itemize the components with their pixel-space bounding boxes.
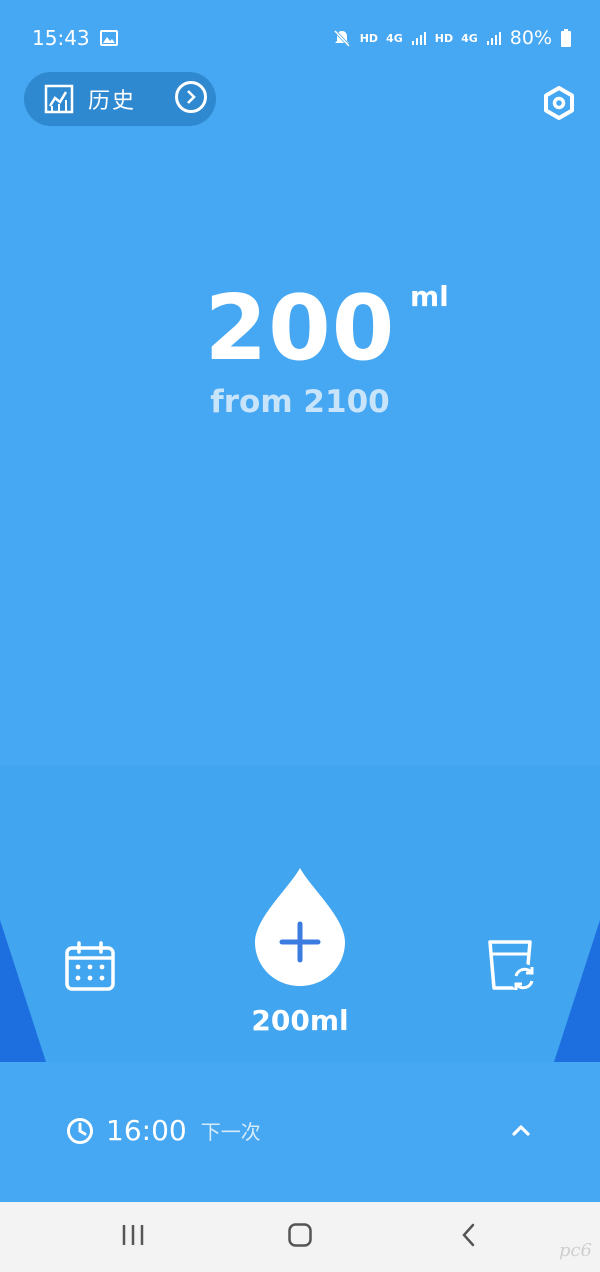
image-icon [99, 30, 118, 46]
mute-icon [333, 29, 350, 48]
hd-indicator-2: HD [434, 31, 454, 45]
intake-amount: 200 [204, 276, 396, 381]
back-icon[interactable] [458, 1222, 480, 1248]
status-bar: 15:43 HD 4G HD 4G 80% [0, 0, 600, 76]
settings-icon[interactable] [542, 86, 576, 120]
battery-percent: 80% [509, 27, 552, 49]
signal-icon [486, 32, 501, 45]
status-left: 15:43 [32, 26, 118, 50]
clock-icon [67, 1117, 93, 1144]
hd-indicator-1: HD [359, 31, 379, 45]
cup-switch-icon[interactable] [486, 938, 540, 994]
signal-icon [411, 32, 426, 45]
intake-unit: ml [410, 280, 449, 313]
next-reminder-label: 下一次 [200, 1120, 261, 1144]
daily-goal: from 2100 [210, 384, 390, 420]
status-right: HD 4G HD 4G 80% [332, 27, 572, 49]
calendar-icon[interactable] [64, 940, 116, 992]
watermark-logo: pc6 [558, 1240, 592, 1261]
history-button[interactable]: 历史 [24, 72, 216, 126]
home-icon[interactable] [287, 1222, 313, 1248]
battery-icon [561, 29, 571, 47]
network-indicator-2: 4G [461, 31, 478, 45]
chart-icon [44, 84, 74, 114]
recent-apps-icon[interactable] [120, 1222, 146, 1248]
next-reminder-time: 16:00 [106, 1114, 187, 1147]
chevron-up-icon[interactable] [508, 1120, 534, 1140]
status-time: 15:43 [32, 26, 90, 50]
arrow-right-icon [175, 81, 207, 113]
drink-amount-label: 200ml [251, 1004, 349, 1037]
next-reminder[interactable]: 16:00 下一次 [66, 1114, 261, 1147]
network-indicator-1: 4G [386, 31, 403, 45]
add-drop-icon[interactable] [253, 866, 347, 988]
system-nav-bar [0, 1202, 600, 1272]
history-label: 历史 [88, 89, 137, 114]
